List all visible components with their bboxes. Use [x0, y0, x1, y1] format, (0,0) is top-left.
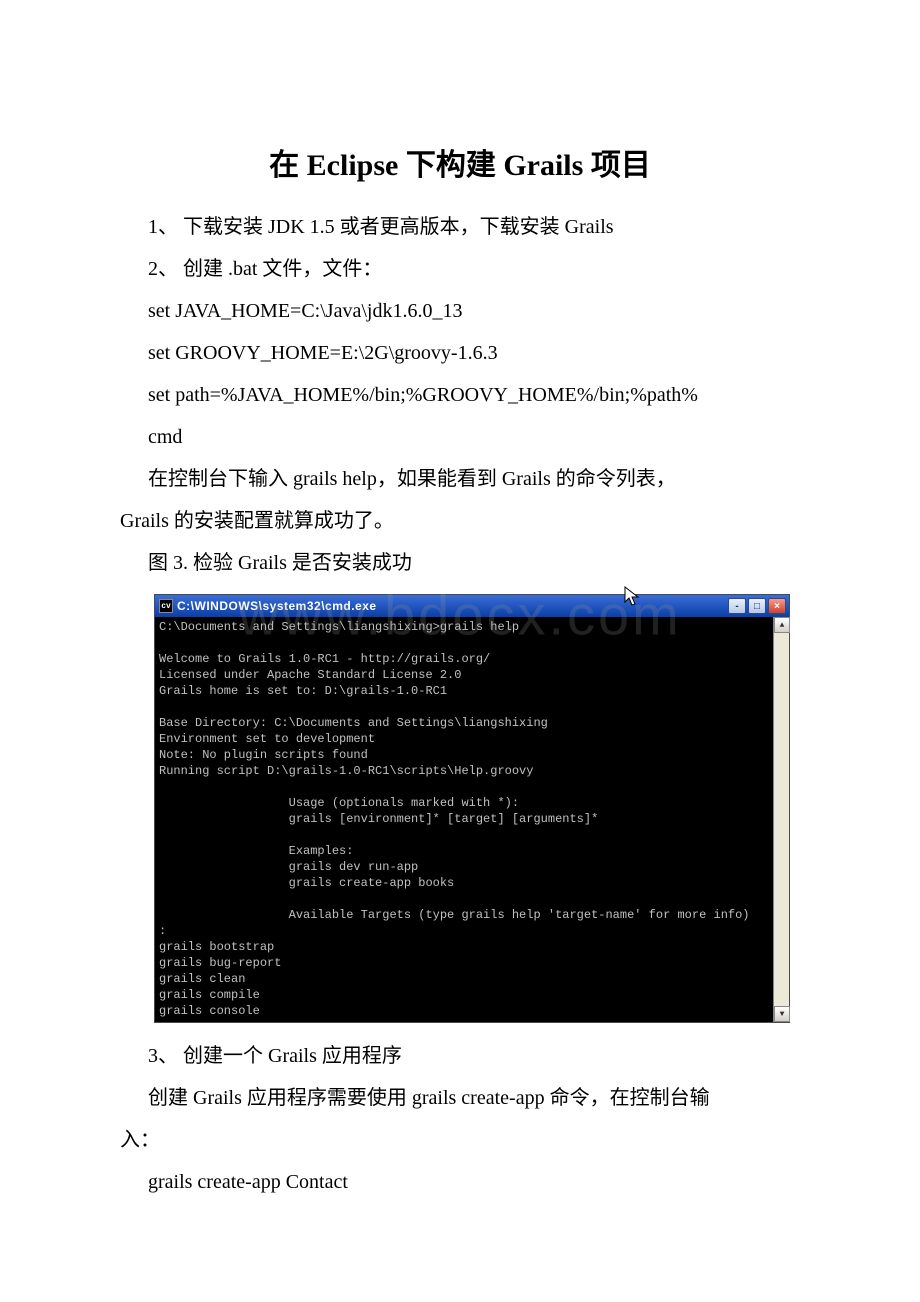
code-line-1: set JAVA_HOME=C:\Java\jdk1.6.0_13 — [120, 292, 800, 330]
step-3: 3、 创建一个 Grails 应用程序 — [120, 1037, 800, 1075]
paragraph-help-2: Grails 的安装配置就算成功了。 — [120, 502, 800, 540]
paragraph-help-1: 在控制台下输入 grails help，如果能看到 Grails 的命令列表， — [120, 460, 800, 498]
maximize-button[interactable]: □ — [748, 598, 766, 614]
scroll-down-button[interactable]: ▼ — [774, 1006, 790, 1022]
paragraph-create-1: 创建 Grails 应用程序需要使用 grails create-app 命令，… — [120, 1079, 800, 1117]
console-body: C:\Documents and Settings\liangshixing>g… — [155, 617, 789, 1022]
code-create-app: grails create-app Contact — [120, 1163, 800, 1201]
cmd-icon: cv — [159, 599, 173, 613]
minimize-button[interactable]: - — [728, 598, 746, 614]
step-2: 2、 创建 .bat 文件，文件： — [120, 250, 800, 288]
step-1: 1、 下载安装 JDK 1.5 或者更高版本，下载安装 Grails — [120, 208, 800, 246]
code-line-3: set path=%JAVA_HOME%/bin;%GROOVY_HOME%/b… — [120, 376, 800, 414]
vertical-scrollbar[interactable]: ▲ ▼ — [773, 617, 789, 1022]
scroll-up-button[interactable]: ▲ — [774, 617, 790, 633]
window-title: C:\WINDOWS\system32\cmd.exe — [177, 599, 728, 613]
window-buttons: - □ × — [728, 598, 786, 614]
page-title: 在 Eclipse 下构建 Grails 项目 — [120, 140, 800, 184]
code-line-2: set GROOVY_HOME=E:\2G\groovy-1.6.3 — [120, 334, 800, 372]
console-output: C:\Documents and Settings\liangshixing>g… — [155, 617, 773, 1022]
paragraph-create-2: 入： — [120, 1121, 800, 1159]
code-line-4: cmd — [120, 418, 800, 456]
console-screenshot: cv C:\WINDOWS\system32\cmd.exe - □ × C:\… — [154, 594, 800, 1023]
window-titlebar: cv C:\WINDOWS\system32\cmd.exe - □ × — [155, 595, 789, 617]
close-button[interactable]: × — [768, 598, 786, 614]
figure-caption: 图 3. 检验 Grails 是否安装成功 — [120, 544, 800, 582]
cmd-window: cv C:\WINDOWS\system32\cmd.exe - □ × C:\… — [154, 594, 790, 1023]
